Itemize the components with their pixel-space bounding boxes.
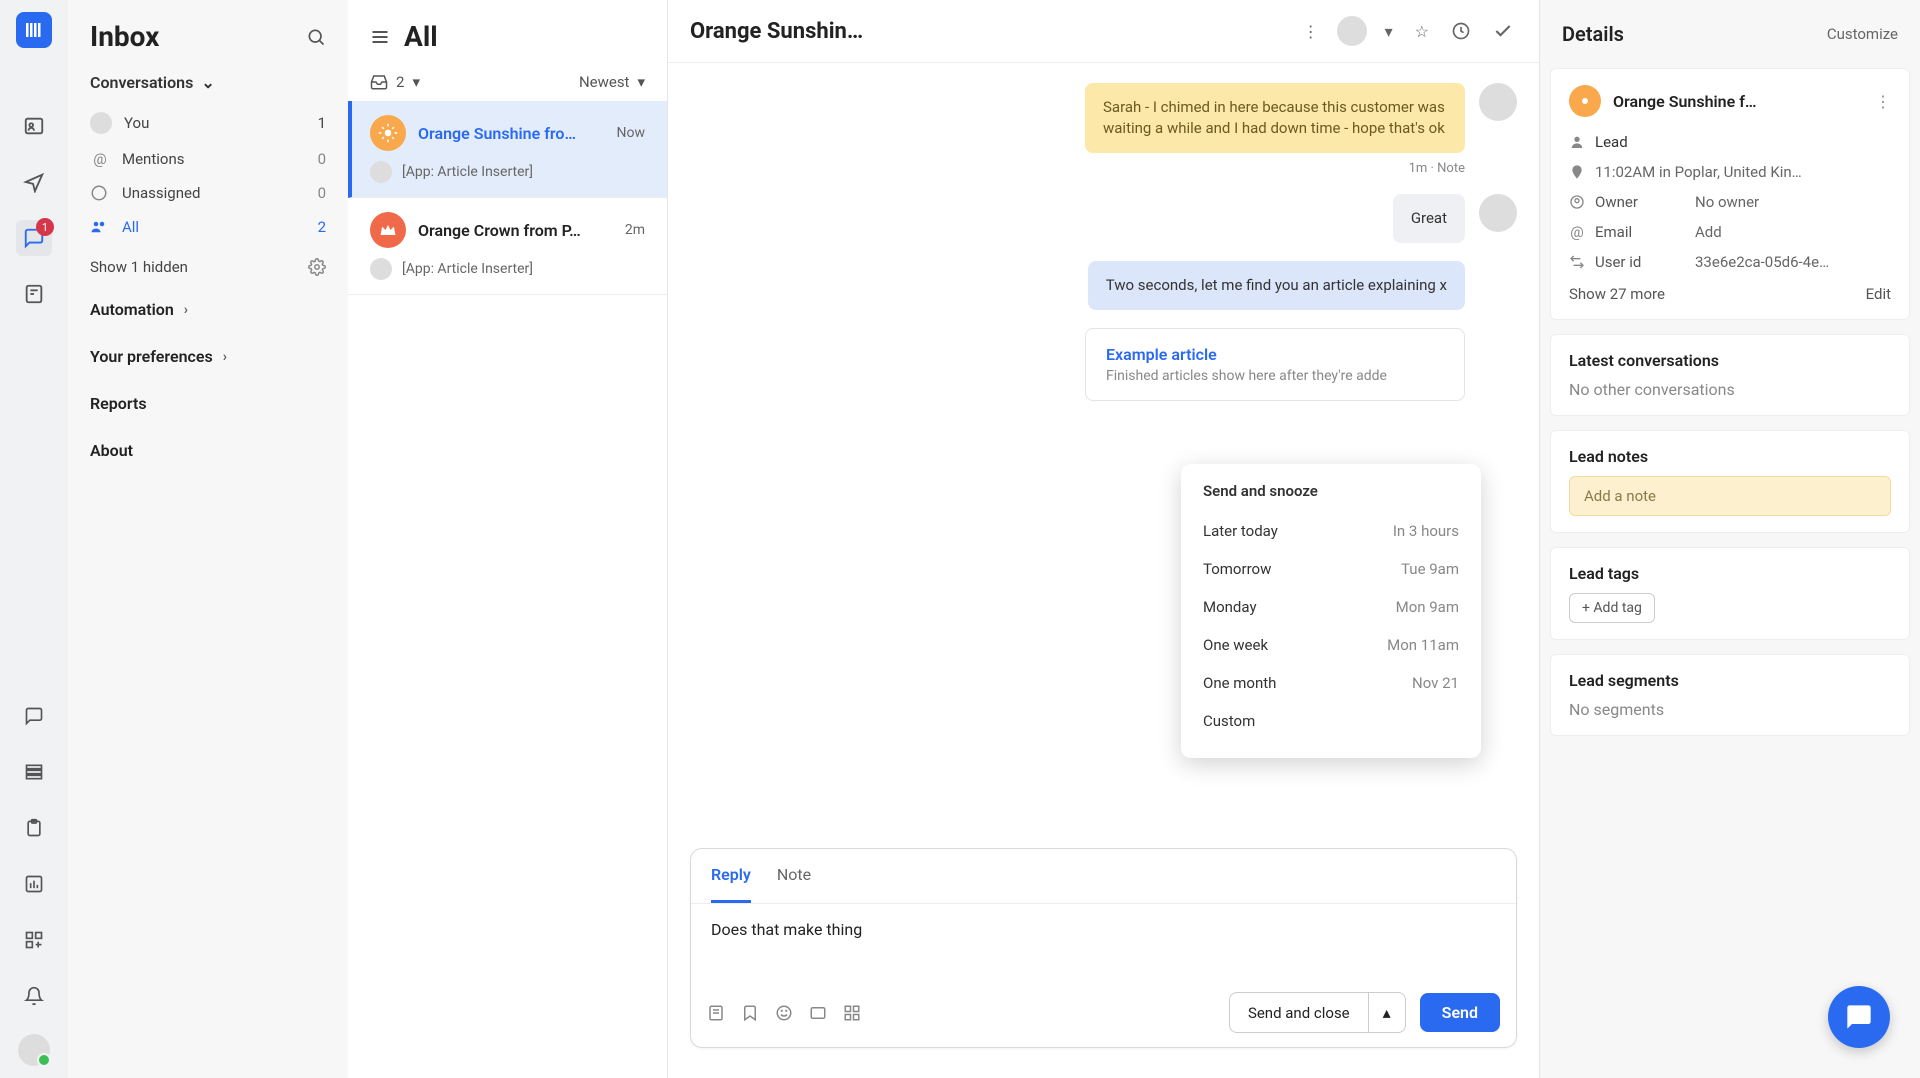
star-icon[interactable]: ☆ bbox=[1411, 18, 1433, 45]
inbox-title: Inbox bbox=[90, 20, 159, 53]
conversations-toggle[interactable]: Conversations ⌄ bbox=[68, 73, 348, 100]
chevron-down-icon: ⌄ bbox=[201, 73, 214, 92]
chevron-down-icon: ▾ bbox=[412, 73, 420, 91]
menu-icon[interactable] bbox=[370, 27, 390, 47]
chat-small-icon[interactable] bbox=[16, 698, 52, 734]
at-icon: @ bbox=[1569, 223, 1585, 241]
list-title: All bbox=[404, 20, 438, 53]
lead-tags-heading: Lead tags bbox=[1569, 564, 1891, 583]
reports-link[interactable]: Reports bbox=[68, 380, 348, 427]
automation-link[interactable]: Automation› bbox=[68, 286, 348, 333]
circle-icon bbox=[90, 184, 110, 202]
snooze-option[interactable]: Custom bbox=[1181, 702, 1481, 740]
send-button[interactable]: Send bbox=[1420, 993, 1500, 1032]
avatar-icon bbox=[370, 258, 392, 280]
chevron-right-icon: › bbox=[184, 302, 188, 318]
snooze-option[interactable]: MondayMon 9am bbox=[1181, 588, 1481, 626]
avatar-icon bbox=[1479, 83, 1517, 121]
person-icon bbox=[1569, 134, 1585, 150]
sidebar-item-unassigned[interactable]: Unassigned 0 bbox=[68, 176, 348, 210]
at-icon: @ bbox=[90, 150, 110, 168]
reply-editor[interactable]: Does that make thing bbox=[691, 904, 1516, 984]
reports-icon[interactable] bbox=[16, 866, 52, 902]
article-card[interactable]: Example article Finished articles show h… bbox=[1085, 328, 1465, 401]
emoji-icon[interactable] bbox=[775, 1004, 793, 1022]
chevron-down-icon: ▾ bbox=[637, 73, 645, 91]
avatar-icon bbox=[1479, 194, 1517, 232]
edit-button[interactable]: Edit bbox=[1866, 285, 1891, 303]
badge-count: 1 bbox=[36, 218, 54, 236]
sidebar-item-you[interactable]: You 1 bbox=[68, 104, 348, 142]
contacts-icon[interactable] bbox=[16, 108, 52, 144]
id-icon bbox=[1569, 254, 1585, 270]
app-logo[interactable] bbox=[16, 12, 52, 48]
show-more[interactable]: Show 27 more bbox=[1569, 285, 1665, 303]
show-hidden[interactable]: Show 1 hidden bbox=[68, 248, 348, 286]
check-icon[interactable] bbox=[1489, 17, 1517, 45]
inbox-nav-icon[interactable]: 1 bbox=[16, 220, 52, 256]
lead-segments-heading: Lead segments bbox=[1569, 671, 1891, 690]
search-icon[interactable] bbox=[306, 27, 326, 47]
gear-icon[interactable] bbox=[308, 258, 326, 276]
location-icon bbox=[1569, 164, 1585, 180]
user-avatar[interactable] bbox=[18, 1034, 50, 1066]
insert-article-icon[interactable] bbox=[707, 1004, 725, 1022]
preferences-link[interactable]: Your preferences› bbox=[68, 333, 348, 380]
gif-icon[interactable] bbox=[809, 1004, 827, 1022]
snooze-option[interactable]: Later todayIn 3 hours bbox=[1181, 512, 1481, 550]
note-message: Sarah - I chimed in here because this cu… bbox=[1085, 83, 1465, 153]
chevron-down-icon[interactable]: ▾ bbox=[1381, 18, 1397, 45]
apps-icon[interactable] bbox=[16, 922, 52, 958]
chat-message: Two seconds, let me find you an article … bbox=[1088, 261, 1465, 310]
chevron-up-icon[interactable]: ▴ bbox=[1368, 993, 1405, 1032]
sidebar-item-mentions[interactable]: @Mentions 0 bbox=[68, 142, 348, 176]
add-note-input[interactable]: Add a note bbox=[1569, 476, 1891, 516]
add-tag-button[interactable]: + Add tag bbox=[1569, 593, 1655, 623]
message-meta: 1m · Note bbox=[690, 161, 1465, 176]
people-icon bbox=[90, 218, 110, 236]
snooze-menu: Send and snooze Later todayIn 3 hours To… bbox=[1181, 464, 1481, 758]
send-and-close-button[interactable]: Send and close ▴ bbox=[1229, 992, 1406, 1033]
tray-icon bbox=[370, 73, 388, 91]
sun-icon bbox=[1569, 85, 1601, 117]
sun-icon bbox=[370, 115, 406, 151]
customize-button[interactable]: Customize bbox=[1827, 25, 1898, 43]
help-fab[interactable] bbox=[1828, 986, 1890, 1048]
about-link[interactable]: About bbox=[68, 427, 348, 474]
lead-notes-heading: Lead notes bbox=[1569, 447, 1891, 466]
clipboard-icon[interactable] bbox=[16, 810, 52, 846]
tab-reply[interactable]: Reply bbox=[711, 849, 751, 903]
chevron-right-icon: › bbox=[223, 349, 227, 365]
conversation-item[interactable]: Orange Crown from P… 2m [App: Article In… bbox=[348, 198, 667, 295]
articles-icon[interactable] bbox=[16, 276, 52, 312]
conversation-item[interactable]: Orange Sunshine fro… Now [App: Article I… bbox=[348, 101, 667, 198]
tab-note[interactable]: Note bbox=[777, 849, 811, 903]
sort-dropdown[interactable]: Newest ▾ bbox=[579, 73, 645, 91]
more-icon[interactable]: ⋮ bbox=[1875, 92, 1891, 111]
snooze-option[interactable]: TomorrowTue 9am bbox=[1181, 550, 1481, 588]
avatar-icon bbox=[370, 161, 392, 183]
more-icon[interactable]: ⋮ bbox=[1299, 18, 1323, 45]
clock-icon[interactable] bbox=[1447, 17, 1475, 45]
chat-title: Orange Sunshin… bbox=[690, 19, 1285, 44]
composer: Reply Note Does that make thing Send and… bbox=[690, 848, 1517, 1048]
outbound-icon[interactable] bbox=[16, 164, 52, 200]
details-title: Details bbox=[1562, 22, 1624, 46]
crown-icon bbox=[370, 212, 406, 248]
assignee-avatar[interactable] bbox=[1337, 16, 1367, 46]
avatar-icon bbox=[90, 112, 112, 134]
apps-icon[interactable] bbox=[843, 1004, 861, 1022]
chat-message: Great bbox=[1393, 194, 1465, 243]
snooze-option[interactable]: One monthNov 21 bbox=[1181, 664, 1481, 702]
filter-count[interactable]: 2 ▾ bbox=[370, 73, 420, 91]
snooze-option[interactable]: One weekMon 11am bbox=[1181, 626, 1481, 664]
notifications-icon[interactable] bbox=[16, 978, 52, 1014]
sidebar-item-all[interactable]: All 2 bbox=[68, 210, 348, 244]
lists-icon[interactable] bbox=[16, 754, 52, 790]
latest-conversations-heading: Latest conversations bbox=[1569, 351, 1891, 370]
owner-icon bbox=[1569, 194, 1585, 210]
bookmark-icon[interactable] bbox=[741, 1004, 759, 1022]
